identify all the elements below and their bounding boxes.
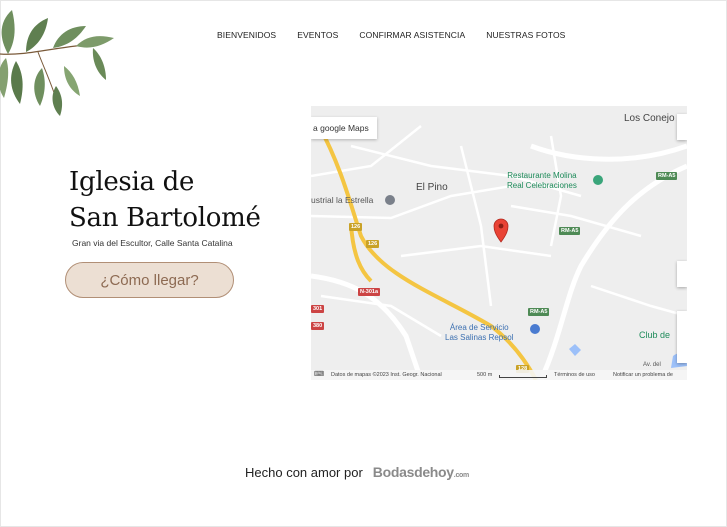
- road-shield-rm-a5: RM-A5: [559, 227, 581, 235]
- map-report-problem-link[interactable]: Notificar un problema de: [613, 370, 673, 380]
- nav-item-nuestras-fotos[interactable]: NUESTRAS FOTOS: [486, 30, 565, 40]
- venue-title-line2: San Bartolomé: [69, 203, 261, 233]
- road-shield-rm-a5: RM-A5: [656, 172, 678, 180]
- map-label-los-conejos: Los Conejo: [624, 113, 675, 124]
- venue-title-line1: Iglesia de: [69, 167, 195, 197]
- venue-title: Iglesia de San Bartolomé: [69, 164, 261, 236]
- brand-name: Bodasdehoy: [372, 464, 454, 480]
- street-view-pegman-button[interactable]: [677, 261, 687, 287]
- brand-suffix: .com: [453, 472, 469, 479]
- footer: Hecho con amor por Bodasdehoy.com: [245, 464, 469, 480]
- nav-item-bienvenidos[interactable]: BIENVENIDOS: [217, 30, 276, 40]
- nav-item-eventos[interactable]: EVENTOS: [297, 30, 338, 40]
- map-zoom-controls[interactable]: [677, 311, 687, 363]
- directions-button[interactable]: ¿Cómo llegar?: [65, 262, 234, 298]
- open-google-maps-label: a google Maps: [313, 123, 369, 133]
- venue-address: Gran via del Escultor, Calle Santa Catal…: [72, 238, 233, 248]
- bodasdehoy-logo[interactable]: Bodasdehoy.com: [373, 464, 469, 480]
- road-shield-126: 126: [349, 223, 363, 231]
- map-label-restaurant-line1: Restaurante Molina: [507, 171, 577, 180]
- embedded-map[interactable]: a google Maps Los Conejo El Pino ustrial…: [311, 106, 687, 380]
- map-fullscreen-button[interactable]: [677, 114, 687, 140]
- map-label-service-line1: Área de Servicio: [449, 323, 509, 332]
- map-attribution-bar: ⌨ Datos de mapas ©2023 Inst. Geogr. Naci…: [311, 370, 687, 380]
- nav-item-confirmar-asistencia[interactable]: CONFIRMAR ASISTENCIA: [359, 30, 465, 40]
- keyboard-icon[interactable]: ⌨: [314, 370, 324, 380]
- map-label-industrial: ustrial la Estrella: [311, 195, 374, 205]
- map-label-restaurant-line2: Real Celebraciones: [507, 181, 577, 190]
- road-shield-126: 126: [366, 240, 380, 248]
- map-data-attribution: Datos de mapas ©2023 Inst. Geogr. Nacion…: [331, 372, 442, 378]
- map-scale-label[interactable]: 500 m: [477, 370, 492, 380]
- road-shield-rm-a5: RM-A5: [528, 308, 550, 316]
- road-shield-301: 301: [311, 305, 325, 313]
- map-label-service-station: Área de Servicio Las Salinas Repsol: [445, 323, 513, 343]
- map-label-service-line2: Las Salinas Repsol: [445, 333, 514, 342]
- map-scale-bar: [499, 375, 547, 378]
- map-label-club: Club de: [639, 330, 671, 340]
- map-terms-link[interactable]: Términos de uso: [554, 370, 595, 380]
- open-google-maps-link[interactable]: a google Maps: [311, 117, 377, 139]
- map-label-el-pino: El Pino: [416, 182, 448, 193]
- footer-made-with-text: Hecho con amor por: [245, 464, 363, 480]
- road-shield-380: 380: [311, 322, 325, 330]
- road-shield-n301a: N-301a: [358, 288, 381, 296]
- main-nav: BIENVENIDOS EVENTOS CONFIRMAR ASISTENCIA…: [217, 30, 586, 40]
- leaf-branch-decoration: [0, 10, 114, 116]
- map-label-restaurant: Restaurante Molina Real Celebraciones: [507, 171, 577, 191]
- map-label-avenue: Av. del: [643, 362, 661, 368]
